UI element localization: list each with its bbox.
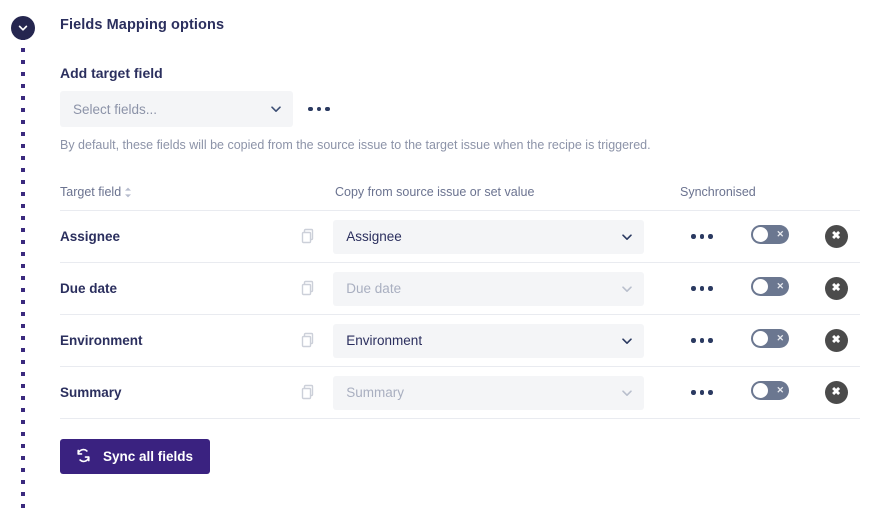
copy-icon[interactable] [301, 384, 333, 401]
chevron-down-icon [620, 230, 634, 244]
target-field-name: Summary [60, 385, 301, 400]
collapse-section-button[interactable] [11, 16, 35, 40]
source-value-cell: Due date [333, 272, 676, 306]
sync-all-fields-label: Sync all fields [103, 449, 193, 464]
add-target-field-row: Select fields... [60, 91, 336, 127]
synchronised-cell: ✕ [728, 383, 812, 402]
toggle-knob [753, 331, 768, 346]
synchronised-toggle[interactable]: ✕ [751, 225, 789, 244]
ellipsis-icon [691, 338, 696, 343]
target-field-name: Due date [60, 281, 301, 296]
source-value-text: Assignee [346, 229, 620, 244]
target-field-name: Assignee [60, 229, 301, 244]
chevron-down-icon [620, 282, 634, 296]
fields-mapping-table: Target field Copy from source issue or s… [60, 185, 860, 419]
chevron-down-icon [620, 334, 634, 348]
delete-row-cell: ✖ [812, 381, 860, 404]
table-body: AssigneeAssignee✕✖Due dateDue date✕✖Envi… [60, 210, 860, 419]
toggle-off-mark: ✕ [777, 334, 785, 343]
fields-mapping-panel: Fields Mapping options Add target field … [60, 0, 870, 526]
close-icon: ✖ [832, 283, 841, 294]
source-value-select[interactable]: Assignee [333, 220, 644, 254]
chevron-down-icon [269, 102, 283, 116]
delete-row-button[interactable]: ✖ [825, 381, 848, 404]
copy-icon[interactable] [301, 280, 333, 297]
ellipsis-icon [308, 107, 313, 112]
synchronised-toggle[interactable]: ✕ [751, 381, 789, 400]
ellipsis-icon [708, 390, 713, 395]
sync-icon [75, 447, 92, 467]
ellipsis-icon [691, 286, 696, 291]
toggle-off-mark: ✕ [777, 282, 785, 291]
delete-row-button[interactable]: ✖ [825, 225, 848, 248]
ellipsis-icon [700, 286, 705, 291]
column-header-target-field-label: Target field [60, 185, 121, 199]
synchronised-toggle[interactable]: ✕ [751, 277, 789, 296]
sort-arrows-icon [124, 187, 132, 198]
table-row: Due date Due date ✕ ✖ [60, 262, 860, 314]
ellipsis-icon [708, 234, 713, 239]
chevron-down-icon [620, 386, 634, 400]
source-value-select[interactable]: Summary [333, 376, 644, 410]
source-value-cell: Summary [333, 376, 676, 410]
row-more-button[interactable] [676, 276, 728, 302]
source-value-text: Due date [346, 281, 620, 296]
synchronised-toggle[interactable]: ✕ [751, 329, 789, 348]
delete-row-button[interactable]: ✖ [825, 329, 848, 352]
source-value-cell: Environment [333, 324, 676, 358]
synchronised-cell: ✕ [728, 279, 812, 298]
row-more-button[interactable] [676, 380, 728, 406]
recipe-step-rail [0, 0, 46, 526]
sync-all-fields-button[interactable]: Sync all fields [60, 439, 210, 474]
table-row: Summary Summary ✕ ✖ [60, 366, 860, 419]
delete-row-cell: ✖ [812, 277, 860, 300]
delete-row-cell: ✖ [812, 329, 860, 352]
close-icon: ✖ [832, 387, 841, 398]
table-row: Assignee Assignee ✕ ✖ [60, 210, 860, 262]
ellipsis-icon [691, 390, 696, 395]
toggle-knob [753, 227, 768, 242]
ellipsis-icon [691, 234, 696, 239]
delete-row-cell: ✖ [812, 225, 860, 248]
ellipsis-icon [700, 390, 705, 395]
table-header-row: Target field Copy from source issue or s… [60, 185, 860, 210]
ellipsis-icon [325, 107, 330, 112]
row-more-button[interactable] [676, 224, 728, 250]
close-icon: ✖ [832, 335, 841, 346]
table-row: Environment Environment ✕ ✖ [60, 314, 860, 366]
add-target-field-label: Add target field [60, 65, 163, 81]
target-field-name: Environment [60, 333, 301, 348]
close-icon: ✖ [832, 231, 841, 242]
ellipsis-icon [708, 286, 713, 291]
add-target-field-more-button[interactable] [302, 96, 336, 122]
synchronised-cell: ✕ [728, 227, 812, 246]
toggle-off-mark: ✕ [777, 230, 785, 239]
source-value-text: Environment [346, 333, 620, 348]
source-value-cell: Assignee [333, 220, 676, 254]
delete-row-button[interactable]: ✖ [825, 277, 848, 300]
column-header-target-field[interactable]: Target field [60, 185, 335, 199]
fields-mapping-hint: By default, these fields will be copied … [60, 138, 651, 152]
toggle-off-mark: ✕ [777, 386, 785, 395]
add-target-field-select[interactable]: Select fields... [60, 91, 293, 127]
toggle-knob [753, 383, 768, 398]
chevron-down-icon [17, 22, 29, 34]
column-header-synchronised: Synchronised [680, 185, 800, 199]
ellipsis-icon [700, 338, 705, 343]
source-value-text: Summary [346, 385, 620, 400]
toggle-knob [753, 279, 768, 294]
ellipsis-icon [708, 338, 713, 343]
copy-icon[interactable] [301, 228, 333, 245]
synchronised-cell: ✕ [728, 331, 812, 350]
ellipsis-icon [700, 234, 705, 239]
page-title: Fields Mapping options [60, 17, 224, 33]
add-target-field-select-value: Select fields... [73, 102, 269, 117]
copy-icon[interactable] [301, 332, 333, 349]
source-value-select[interactable]: Due date [333, 272, 644, 306]
ellipsis-icon [317, 107, 322, 112]
source-value-select[interactable]: Environment [333, 324, 644, 358]
rail-dotted-connector [21, 36, 25, 514]
row-more-button[interactable] [676, 328, 728, 354]
column-header-copy-from: Copy from source issue or set value [335, 185, 680, 199]
